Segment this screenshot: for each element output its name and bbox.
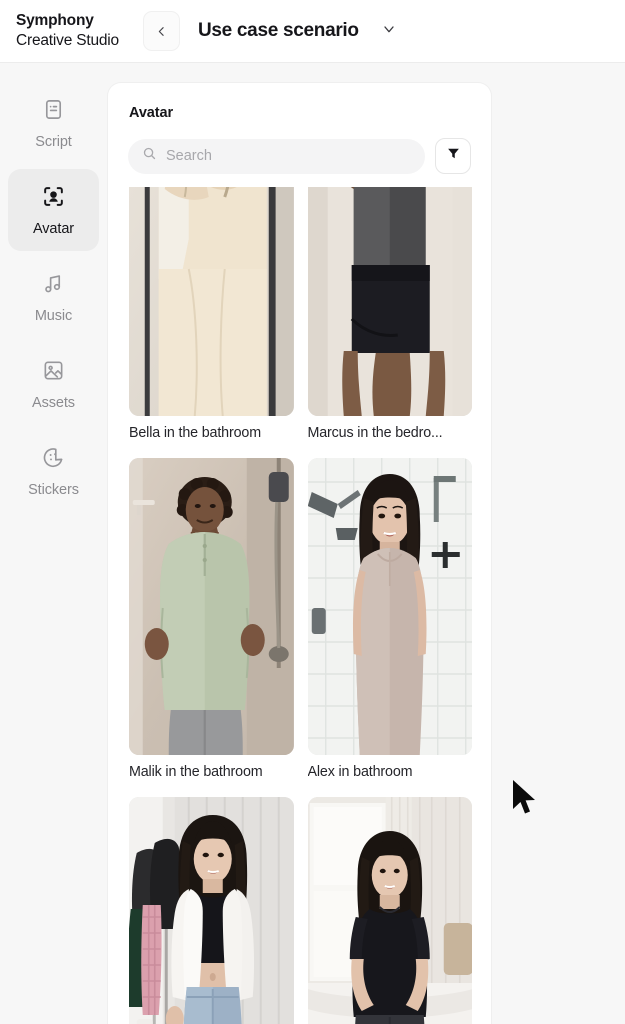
- music-icon: [42, 271, 65, 297]
- chevron-left-icon: [155, 25, 168, 38]
- avatar-card-label: Bella in the bathroom: [129, 425, 261, 441]
- avatar-thumbnail[interactable]: [307, 458, 472, 755]
- avatar-card[interactable]: Alex in cloakroom: [129, 797, 294, 1024]
- brand-logo: Symphony Creative Studio: [16, 11, 119, 51]
- search-box[interactable]: [128, 138, 425, 174]
- sidebar-item-label: Avatar: [32, 220, 75, 237]
- avatar-icon: [41, 184, 66, 210]
- brand-name: Symphony: [16, 12, 94, 30]
- avatar-thumbnail[interactable]: [129, 187, 294, 416]
- sticker-icon: [42, 445, 65, 471]
- avatar-thumbnail[interactable]: [307, 797, 472, 1024]
- sidebar: Script Avatar Music Assets Stickers: [0, 63, 107, 1024]
- script-icon: [42, 97, 65, 123]
- sidebar-item-label: Assets: [32, 394, 75, 411]
- scenario-dropdown-button[interactable]: [381, 21, 397, 42]
- search-row: [128, 138, 471, 174]
- page-title: Use case scenario: [197, 20, 359, 41]
- avatar-card-label: Malik in the bathroom: [129, 764, 263, 780]
- avatar-card[interactable]: Marcus in the bedro...: [307, 187, 472, 452]
- sidebar-item-label: Script: [35, 133, 72, 150]
- sidebar-item-script[interactable]: Script: [8, 82, 99, 164]
- sidebar-item-label: Music: [34, 307, 73, 324]
- panel-title: Avatar: [129, 105, 173, 121]
- app-root: Symphony Creative Studio Use case scenar…: [0, 0, 625, 1024]
- back-button[interactable]: [142, 11, 180, 51]
- avatar-panel: Avatar Search Bella in the bathroom Marc…: [107, 82, 492, 1024]
- avatar-card-label: Marcus in the bedro...: [307, 425, 443, 441]
- avatar-card[interactable]: Alex in bedroom: [307, 797, 472, 1024]
- avatar-thumbnail[interactable]: [129, 458, 294, 755]
- sidebar-item-label: Stickers: [28, 481, 79, 498]
- chevron-down-icon: [381, 21, 397, 42]
- mouse-cursor: [510, 778, 538, 823]
- sidebar-item-assets[interactable]: Assets: [8, 343, 99, 425]
- image-icon: [42, 358, 65, 384]
- search-input[interactable]: [166, 148, 411, 164]
- top-bar: Symphony Creative Studio Use case scenar…: [0, 0, 625, 63]
- sidebar-item-stickers[interactable]: Stickers: [8, 430, 99, 512]
- avatar-thumbnail[interactable]: [129, 797, 294, 1024]
- avatar-card[interactable]: Bella in the bathroom: [129, 187, 294, 452]
- filter-funnel-icon: [446, 146, 461, 166]
- avatar-grid-viewport[interactable]: Bella in the bathroom Marcus in the bedr…: [108, 187, 491, 1024]
- avatar-grid: Bella in the bathroom Marcus in the bedr…: [108, 187, 491, 1024]
- brand-subtitle: Creative Studio: [16, 32, 119, 49]
- avatar-thumbnail[interactable]: [307, 187, 472, 416]
- avatar-card[interactable]: Malik in the bathroom: [129, 458, 294, 791]
- sidebar-item-avatar[interactable]: Avatar: [8, 169, 99, 251]
- avatar-card-label: Alex in bathroom: [307, 764, 413, 780]
- avatar-card[interactable]: Alex in bathroom: [307, 458, 472, 791]
- filter-button[interactable]: [435, 138, 471, 174]
- search-icon: [142, 146, 157, 166]
- arrow-pointer-icon: [510, 780, 538, 822]
- sidebar-item-music[interactable]: Music: [8, 256, 99, 338]
